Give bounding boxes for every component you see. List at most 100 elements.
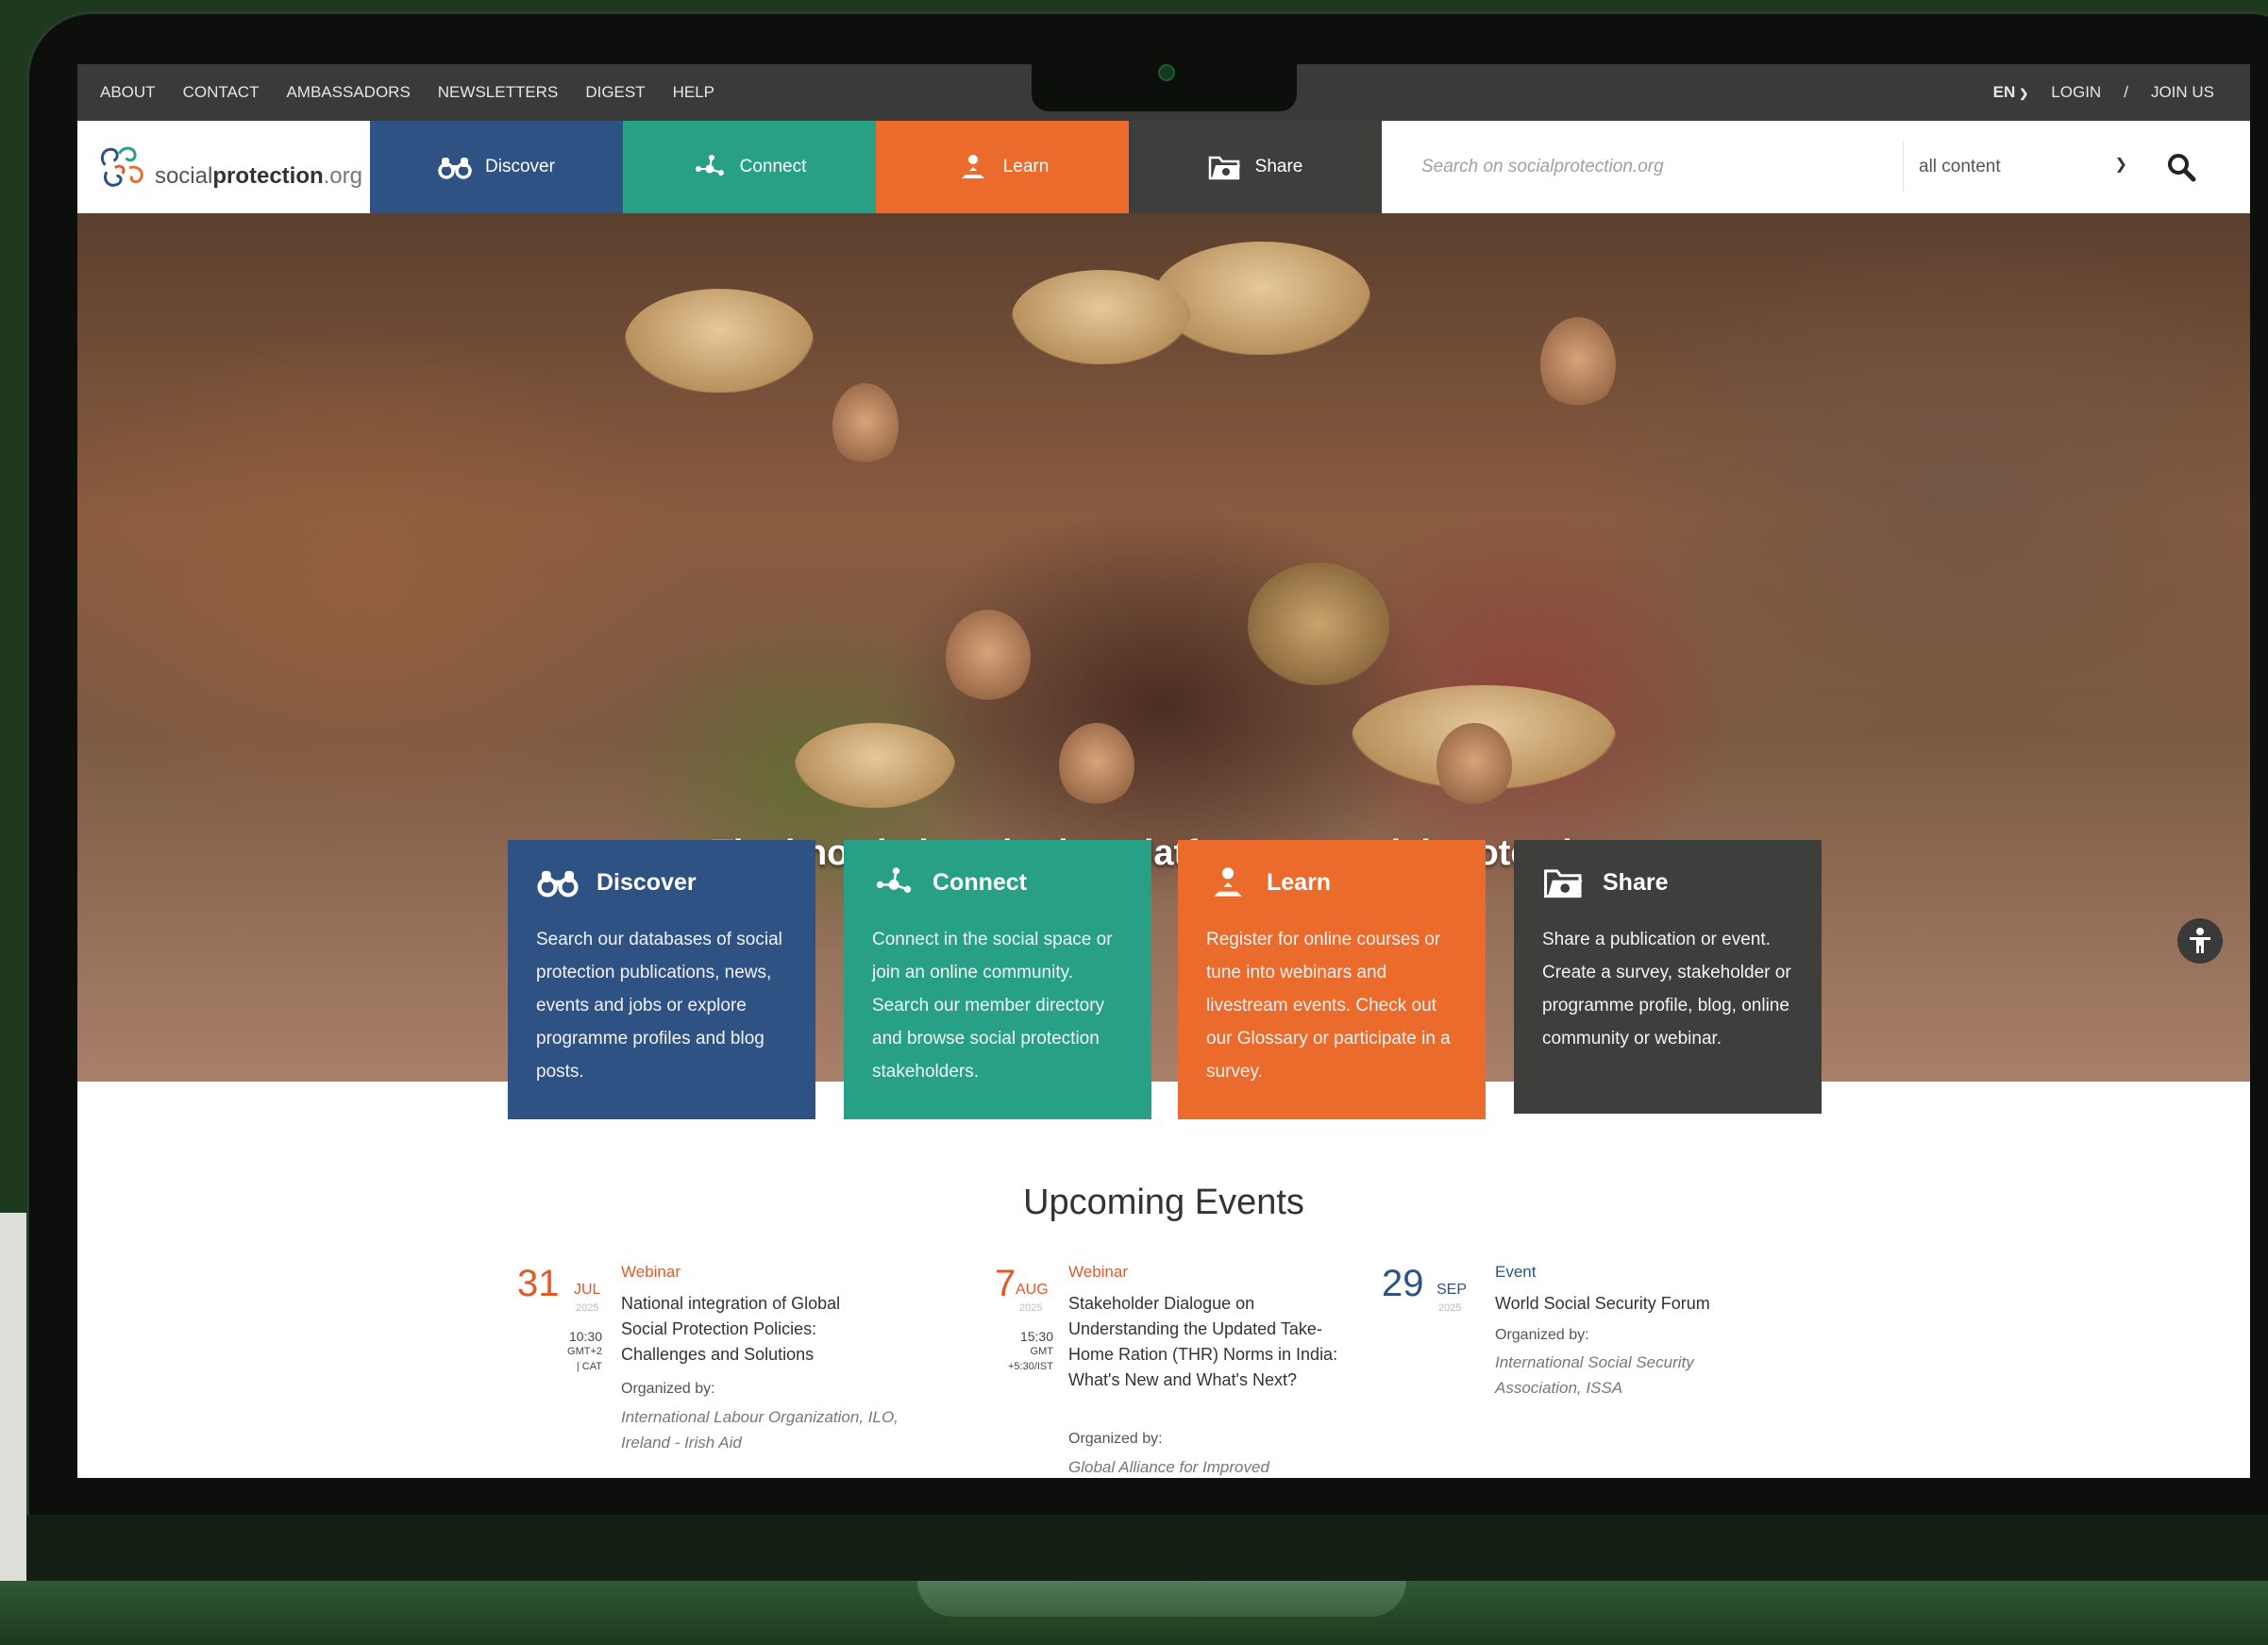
event-organizer: International Social Security Associatio… (1495, 1353, 1694, 1397)
utility-link-ambassadors[interactable]: AMBASSADORS (286, 83, 410, 102)
utility-link-help[interactable]: HELP (673, 83, 714, 102)
event-title[interactable]: Stakeholder Dialogue on Understanding th… (1068, 1291, 1342, 1393)
learner-icon (1214, 867, 1242, 897)
card-learn[interactable]: Learn Register for online courses or tun… (1178, 840, 1486, 1119)
hero-photo-detail (1540, 317, 1616, 411)
accessibility-button[interactable] (2177, 918, 2223, 964)
event-title[interactable]: National integration of Global Social Pr… (621, 1291, 866, 1368)
card-connect[interactable]: Connect Connect in the social space or j… (844, 840, 1151, 1119)
hero-photo-detail (1012, 270, 1191, 364)
logo-text-protection: protection (212, 163, 324, 189)
card-discover-title: Discover (596, 868, 697, 896)
event-day: 29 (1382, 1263, 1424, 1304)
accessibility-icon (2190, 928, 2210, 953)
card-connect-text: Connect in the social space or join an o… (872, 930, 1113, 1082)
network-icon (876, 867, 912, 893)
chevron-down-icon: ❯ (2019, 87, 2029, 100)
event-time-line: 15:30 (1019, 1329, 1053, 1344)
card-share-title: Share (1603, 868, 1669, 896)
laptop-base-notch (917, 1581, 1406, 1617)
event-month: SEP (1436, 1282, 1468, 1298)
camera-notch (1032, 64, 1297, 111)
card-discover-heading: Discover (536, 866, 787, 898)
event-item[interactable]: 31 JUL 2025 10:30 GMT+2 | CAT Webinar Na… (517, 1263, 961, 1478)
event-time: 15:30 GMT +5:30/IST (976, 1329, 1053, 1374)
binoculars-icon (438, 158, 472, 179)
camera-icon (1158, 64, 1175, 81)
event-type: Webinar (621, 1263, 680, 1281)
nav-connect-label: Connect (739, 157, 807, 176)
logo-text-org: .org (323, 163, 362, 189)
event-month: JUL (574, 1282, 601, 1298)
utility-right: EN ❯ LOGIN / JOIN US (1993, 83, 2214, 102)
search-input[interactable] (1382, 121, 1903, 213)
hero-photo-detail (795, 723, 955, 808)
card-learn-heading: Learn (1206, 866, 1457, 898)
card-share-text: Share a publication or event. Create a s… (1542, 930, 1791, 1049)
utility-link-digest[interactable]: DIGEST (585, 83, 645, 102)
nav-share-label: Share (1254, 157, 1303, 176)
login-link[interactable]: LOGIN (2051, 83, 2101, 102)
utility-links: ABOUT CONTACT AMBASSADORS NEWSLETTERS DI… (100, 83, 714, 102)
card-discover-text: Search our databases of social protectio… (536, 930, 782, 1082)
card-share[interactable]: Share Share a publication or event. Crea… (1514, 840, 1822, 1114)
language-selector[interactable]: EN ❯ (1993, 83, 2029, 102)
search-button[interactable] (2163, 149, 2201, 187)
hero-photo-detail (946, 610, 1031, 704)
event-type: Webinar (1068, 1263, 1128, 1281)
nav-discover-label: Discover (485, 157, 555, 176)
event-item[interactable]: 29 SEP 2025 Event World Social Security … (1382, 1263, 1759, 1414)
network-icon (695, 155, 724, 176)
site-logo[interactable]: socialprotection.org (98, 134, 362, 200)
utility-link-about[interactable]: ABOUT (100, 83, 156, 102)
event-time: 10:30 GMT+2 | CAT (546, 1329, 602, 1374)
logo-icon (100, 146, 143, 187)
folder-share-icon (1544, 869, 1583, 898)
nav-learn[interactable]: Learn (876, 121, 1129, 213)
card-connect-title: Connect (932, 868, 1027, 896)
event-month: AUG (1016, 1282, 1049, 1298)
event-time-line: GMT (1030, 1346, 1053, 1357)
event-organizer-label: Organized by: (621, 1381, 715, 1397)
utility-link-newsletters[interactable]: NEWSLETTERS (438, 83, 559, 102)
event-time-line: GMT+2 (567, 1346, 602, 1357)
separator: / (2124, 83, 2128, 101)
hero-title: The knowledge-sharing platform on social… (711, 833, 1617, 873)
card-share-heading: Share (1542, 866, 1793, 898)
browser-screen: ABOUT CONTACT AMBASSADORS NEWSLETTERS DI… (77, 64, 2250, 1478)
event-organizer-label: Organized by: (1068, 1431, 1163, 1447)
events-heading: Upcoming Events (1023, 1183, 1304, 1222)
logo-text-social: social (154, 163, 213, 189)
nav-learn-label: Learn (1002, 157, 1050, 176)
nav-discover[interactable]: Discover (370, 121, 623, 213)
hero-photo-detail (625, 289, 814, 393)
learner-icon (961, 155, 984, 178)
event-type: Event (1495, 1263, 1537, 1281)
hero-photo-detail (832, 383, 899, 468)
join-link[interactable]: JOIN US (2151, 83, 2214, 102)
event-organizer-label: Organized by: (1495, 1327, 1589, 1343)
card-connect-heading: Connect (872, 866, 1123, 898)
binoculars-icon (537, 870, 579, 898)
event-title[interactable]: World Social Security Forum (1495, 1291, 1759, 1317)
search-icon (2168, 154, 2196, 182)
card-discover[interactable]: Discover Search our databases of social … (508, 840, 815, 1119)
hero-photo-detail (1153, 242, 1370, 355)
event-time-line: | CAT (576, 1361, 602, 1372)
event-day: 31 (517, 1263, 560, 1304)
utility-link-contact[interactable]: CONTACT (183, 83, 260, 102)
laptop-chin (26, 1515, 2268, 1581)
card-learn-text: Register for online courses or tune into… (1206, 930, 1451, 1082)
event-year: 2025 (1019, 1302, 1043, 1314)
hero-photo-detail (1059, 723, 1134, 808)
nav-share[interactable]: Share (1129, 121, 1382, 213)
event-organizer: Global Alliance for Improved (1068, 1458, 1269, 1476)
nav-connect[interactable]: Connect (623, 121, 876, 213)
chevron-down-icon: ❯ (2114, 157, 2127, 173)
main-nav: socialprotection.org Discover Connect Le… (77, 121, 2250, 213)
hero-photo-detail (1248, 562, 1389, 685)
content-filter-value: all content (1919, 157, 2001, 176)
content-filter-select[interactable]: all content ❯ (1903, 142, 2146, 193)
event-item[interactable]: 7 AUG 2025 15:30 GMT +5:30/IST Webinar S… (976, 1263, 1391, 1478)
event-day: 7 (995, 1263, 1016, 1304)
